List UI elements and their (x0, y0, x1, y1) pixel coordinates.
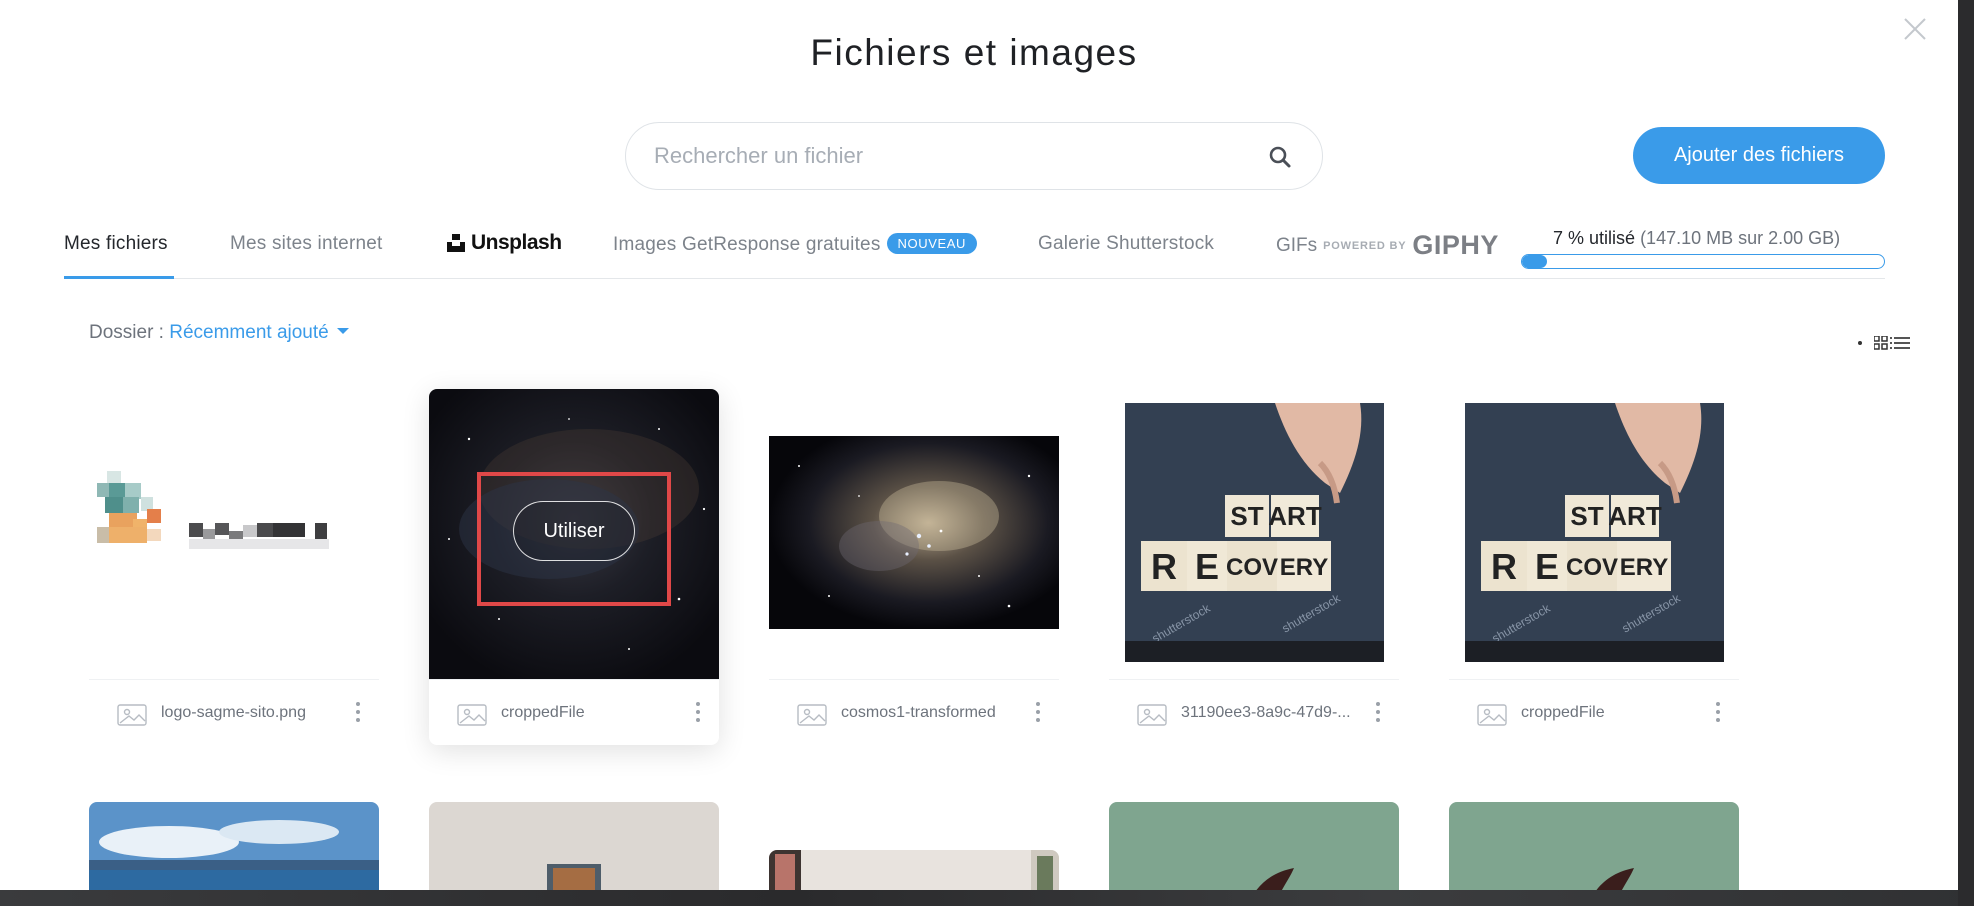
tab-my-files[interactable]: Mes fichiers (64, 233, 168, 255)
gifs-label: GIFs (1276, 234, 1318, 256)
block-text-art: ART (1268, 501, 1322, 531)
folder-label: Dossier : (89, 322, 164, 343)
file-card-footer: logo-sagme-sito.png (89, 679, 379, 745)
block-text-r: R (1491, 546, 1517, 587)
file-card-hovered[interactable]: Utiliser croppedFile (429, 389, 719, 745)
file-thumbnail (97, 471, 377, 581)
image-file-icon (457, 704, 487, 726)
image-file-icon (1477, 704, 1507, 726)
backdrop-right (1958, 0, 1974, 906)
unsplash-label: Unsplash (471, 231, 562, 254)
block-text-st: ST (1570, 501, 1603, 531)
storage-percent: 7 % utilisé (1553, 228, 1636, 248)
grid-view-icon[interactable] (1874, 336, 1888, 350)
file-thumbnail: ST ART R E COV ERY shutterstock shutters… (1125, 403, 1384, 662)
file-thumbnail (769, 436, 1059, 629)
storage-usage-text: 7 % utilisé (147.10 MB sur 2.00 GB) (1553, 228, 1840, 249)
file-card-green[interactable] (1449, 802, 1739, 890)
use-button[interactable]: Utiliser (513, 501, 635, 561)
block-text-e: E (1195, 546, 1219, 587)
storage-usage-fill (1522, 255, 1548, 268)
file-card-green[interactable] (1109, 802, 1399, 890)
add-files-button[interactable]: Ajouter des fichiers (1633, 127, 1885, 184)
tabs-divider (64, 278, 1885, 279)
more-options-icon[interactable] (1374, 702, 1382, 726)
block-text-e: E (1535, 546, 1559, 587)
file-card-sea[interactable] (89, 802, 379, 890)
backdrop-bottom (0, 890, 1974, 906)
tab-getresponse-images[interactable]: Images GetResponse gratuites NOUVEAU (613, 233, 978, 256)
list-view-icon[interactable] (1890, 336, 1910, 350)
file-card[interactable]: ST ART R E COV ERY shutterstock shutters… (1449, 389, 1739, 745)
tab-shutterstock[interactable]: Galerie Shutterstock (1038, 233, 1214, 255)
unsplash-logo-icon (447, 234, 465, 252)
dot-icon (1858, 341, 1862, 345)
storage-detail: (147.10 MB sur 2.00 GB) (1640, 228, 1841, 248)
file-card[interactable]: cosmos1-transformed (769, 389, 1059, 745)
file-card-room[interactable] (429, 802, 719, 890)
block-text-r: R (1151, 546, 1177, 587)
file-card[interactable]: ST ART R E COV ERY shutterstock shutters… (1109, 389, 1399, 745)
file-card-footer: croppedFile (1449, 679, 1739, 745)
file-name: 31190ee3-8a9c-47d9-... (1181, 704, 1351, 721)
folder-value: Récemment ajouté (169, 322, 329, 343)
folder-dropdown[interactable]: Récemment ajouté (169, 322, 349, 343)
file-name: logo-sagme-sito.png (161, 704, 306, 721)
block-text-ery: ERY (1620, 554, 1668, 581)
file-card-footer: croppedFile (429, 679, 719, 745)
view-toggle (1858, 336, 1910, 350)
caret-down-icon (336, 328, 349, 334)
more-options-icon[interactable] (694, 702, 702, 726)
file-card-footer: cosmos1-transformed (769, 679, 1059, 745)
storage-usage-bar (1521, 254, 1885, 269)
tab-gifs[interactable]: GIFs POWERED BY GIPHY (1276, 230, 1499, 261)
search-input[interactable] (654, 123, 1234, 189)
file-card-footer: 31190ee3-8a9c-47d9-... (1109, 679, 1399, 745)
search-box (625, 122, 1323, 190)
modal-title: Fichiers et images (810, 32, 1138, 73)
active-tab-indicator (64, 276, 174, 279)
file-name: croppedFile (1521, 704, 1605, 721)
image-file-icon (797, 704, 827, 726)
block-text-st: ST (1230, 501, 1263, 531)
file-name: croppedFile (501, 704, 585, 721)
image-file-icon (1137, 704, 1167, 726)
block-text-cov: COV (1566, 554, 1618, 581)
folder-selector: Dossier : Récemment ajouté (89, 322, 349, 344)
block-text-art: ART (1608, 501, 1662, 531)
file-name: cosmos1-transformed (841, 704, 996, 721)
file-card-interior[interactable] (769, 850, 1059, 890)
more-options-icon[interactable] (354, 702, 362, 726)
giphy-logo: GIPHY (1412, 230, 1499, 260)
tab-getresponse-label: Images GetResponse gratuites (613, 234, 881, 255)
block-text-ery: ERY (1280, 554, 1328, 581)
search-icon[interactable] (1268, 145, 1292, 169)
file-thumbnail: ST ART R E COV ERY shutterstock shutters… (1465, 403, 1724, 662)
powered-by-label: POWERED BY (1323, 239, 1407, 252)
tab-unsplash[interactable]: Unsplash (447, 231, 562, 255)
tab-my-websites[interactable]: Mes sites internet (230, 233, 383, 255)
new-badge: NOUVEAU (886, 233, 978, 254)
files-modal: Fichiers et images Ajouter des fichiers … (0, 0, 1958, 890)
block-text-cov: COV (1226, 554, 1278, 581)
more-options-icon[interactable] (1714, 702, 1722, 726)
image-file-icon (117, 704, 147, 726)
more-options-icon[interactable] (1034, 702, 1042, 726)
file-card[interactable]: logo-sagme-sito.png (89, 389, 379, 745)
